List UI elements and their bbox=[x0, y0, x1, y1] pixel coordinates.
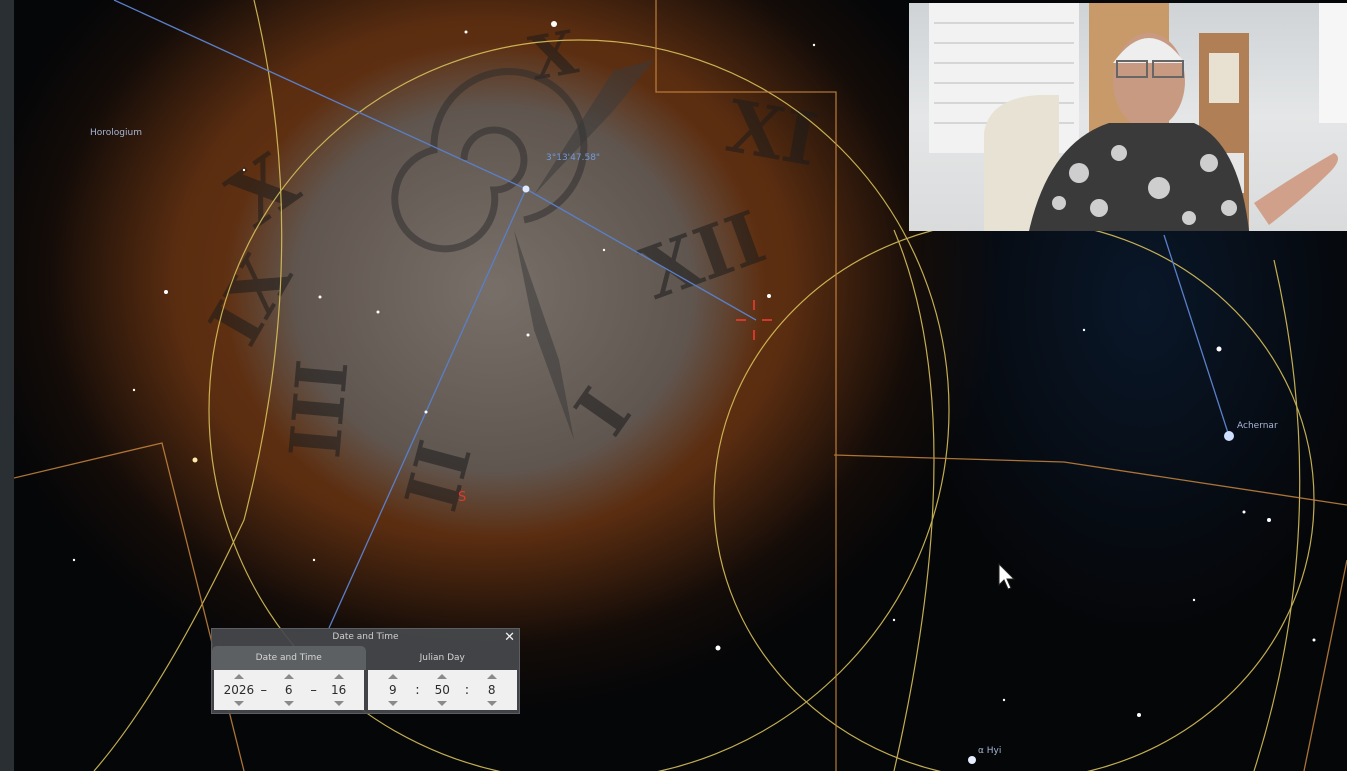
tab-date-and-time[interactable]: Date and Time bbox=[212, 646, 366, 670]
tab-julian-day[interactable]: Julian Day bbox=[366, 646, 520, 670]
svg-text:IX: IX bbox=[193, 241, 309, 358]
dialog-title: Date and Time bbox=[332, 632, 399, 642]
svg-text:X: X bbox=[213, 136, 315, 246]
date-separator: – bbox=[310, 682, 317, 698]
decrement-icon[interactable] bbox=[437, 701, 448, 706]
date-time-dialog[interactable]: Date and Time ✕ Date and Time Julian Day… bbox=[211, 628, 520, 714]
dialog-fields: 2026 – 6 – 16 9 : 50: 8 bbox=[212, 670, 519, 710]
year-value: 2026 bbox=[223, 683, 255, 697]
increment-icon[interactable] bbox=[387, 674, 398, 679]
decrement-icon[interactable] bbox=[486, 701, 497, 706]
hour-value: 9 bbox=[388, 683, 397, 697]
month-value: 6 bbox=[284, 683, 293, 697]
decrement-icon[interactable] bbox=[333, 701, 344, 706]
dialog-tabs: Date and Time Julian Day bbox=[212, 646, 519, 670]
svg-text:XII: XII bbox=[631, 194, 776, 316]
svg-text:II: II bbox=[388, 432, 488, 519]
svg-text:XI: XI bbox=[721, 83, 824, 182]
svg-text:I: I bbox=[558, 373, 647, 449]
increment-icon[interactable] bbox=[233, 674, 244, 679]
increment-icon[interactable] bbox=[283, 674, 294, 679]
target-marker bbox=[736, 300, 772, 340]
day-value: 16 bbox=[330, 683, 347, 697]
decrement-icon[interactable] bbox=[233, 701, 244, 706]
webcam-overlay bbox=[909, 3, 1347, 231]
time-separator: : bbox=[464, 682, 470, 698]
dialog-titlebar[interactable]: Date and Time ✕ bbox=[212, 629, 519, 646]
close-icon[interactable]: ✕ bbox=[504, 629, 515, 646]
day-spinbox[interactable]: 16 bbox=[327, 671, 351, 709]
increment-icon[interactable] bbox=[333, 674, 344, 679]
increment-icon[interactable] bbox=[486, 674, 497, 679]
coordinate-readout: 3°13'47.58" bbox=[546, 153, 601, 163]
minute-spinbox[interactable]: 50 bbox=[430, 671, 454, 709]
star-label-achernar: Achernar bbox=[1237, 421, 1278, 431]
date-group: 2026 – 6 – 16 bbox=[214, 670, 364, 710]
year-spinbox[interactable]: 2026 bbox=[224, 671, 254, 709]
second-spinbox[interactable]: 8 bbox=[480, 671, 504, 709]
date-separator: – bbox=[260, 682, 268, 698]
mouse-pointer-icon bbox=[998, 563, 1016, 590]
decrement-icon[interactable] bbox=[387, 701, 398, 706]
hour-spinbox[interactable]: 9 bbox=[381, 671, 405, 709]
increment-icon[interactable] bbox=[437, 674, 448, 679]
decrement-icon[interactable] bbox=[283, 701, 294, 706]
cardinal-marker-south: S bbox=[458, 490, 467, 505]
time-separator: : bbox=[415, 682, 420, 698]
constellation-label-horologium: Horologium bbox=[90, 128, 142, 138]
minute-value: 50 bbox=[434, 683, 450, 697]
month-spinbox[interactable]: 6 bbox=[277, 671, 301, 709]
star-label-alpha-hyi: α Hyi bbox=[978, 746, 1002, 756]
webcam-picture bbox=[929, 3, 1347, 231]
time-group: 9 : 50 : 8 bbox=[367, 670, 517, 710]
second-value: 8 bbox=[487, 683, 496, 697]
svg-text:III: III bbox=[273, 356, 364, 461]
